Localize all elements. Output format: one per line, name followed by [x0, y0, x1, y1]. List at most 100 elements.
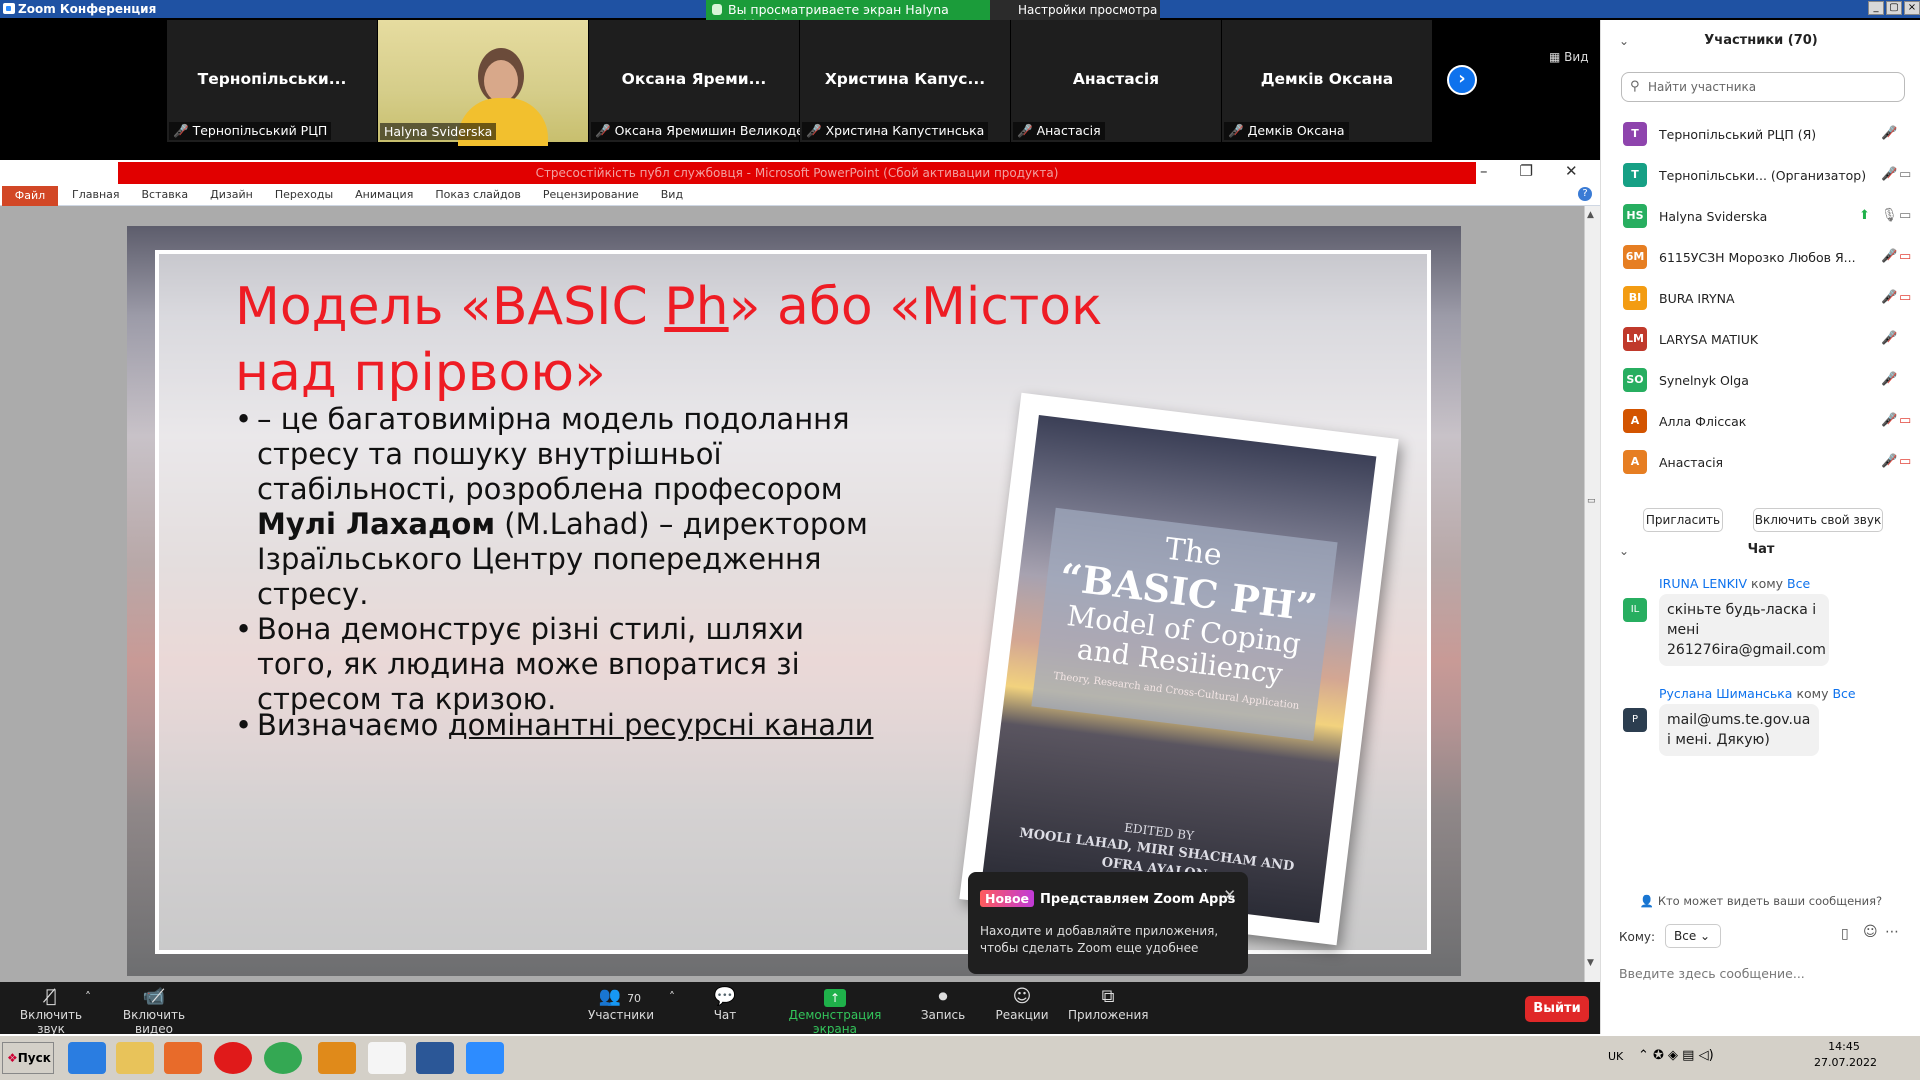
ppt-restore-icon[interactable]: ❐ — [1520, 162, 1533, 180]
invite-button[interactable]: Пригласить — [1643, 508, 1723, 532]
opera-icon[interactable] — [214, 1042, 252, 1074]
recipient-select[interactable]: Все ⌄ — [1665, 924, 1721, 948]
participant-row[interactable]: LM LARYSA MATIUK 🎤̸ — [1623, 325, 1913, 355]
ppt-tab[interactable]: Показ слайдов — [435, 188, 521, 201]
ppt-tab[interactable]: Вид — [661, 188, 683, 201]
slide-bullet: • Визначаємо домінантні ресурсні канали — [235, 708, 875, 743]
clock-time: 14:45 — [1828, 1040, 1860, 1053]
camera-status-icon[interactable]: ▭ — [1899, 249, 1911, 264]
notepad-icon[interactable] — [368, 1042, 406, 1074]
scroll-thumb-icon[interactable]: ▭ — [1587, 496, 1596, 506]
mic-status-icon[interactable]: 🎤̸ — [1881, 454, 1897, 469]
who-can-see-link[interactable]: 👤 Кто может видеть ваши сообщения? — [1601, 894, 1920, 908]
app-icon[interactable] — [318, 1042, 356, 1074]
ppt-tab[interactable]: Вставка — [142, 188, 189, 201]
participant-search-input[interactable]: ⚲ Найти участника — [1621, 72, 1905, 102]
ppt-file-tab[interactable]: Файл — [2, 186, 58, 206]
tile-name: Анастасія — [1072, 70, 1160, 88]
camera-status-icon[interactable]: ▭ — [1899, 413, 1911, 428]
mic-status-icon[interactable]: 🎤̸ — [1881, 331, 1897, 346]
start-video-button[interactable]: 📹̸ Включить видео — [106, 986, 202, 1036]
view-button[interactable]: ▦ Вид — [1549, 50, 1588, 64]
ppt-tab[interactable]: Главная — [72, 188, 120, 201]
ppt-tabs: Главная Вставка Дизайн Переходы Анимация… — [72, 188, 705, 201]
mic-status-icon[interactable]: 🎤̸ — [1881, 372, 1897, 387]
mic-status-icon[interactable]: 🎤̸ — [1881, 167, 1897, 182]
tray-icons[interactable]: ⌃ ✪ ◈ ▤ ◁) — [1638, 1048, 1714, 1063]
ie-icon[interactable] — [68, 1042, 106, 1074]
reactions-button[interactable]: ☺ Реакции — [992, 986, 1052, 1022]
participants-button[interactable]: 👥 70 Участники — [588, 986, 654, 1022]
ppt-tab[interactable]: Рецензирование — [543, 188, 639, 201]
participants-caret[interactable]: ˄ — [662, 990, 682, 1004]
gallery-next-button[interactable]: › — [1447, 65, 1477, 95]
video-tile[interactable]: Оксана Яреми... 🎤̸ Оксана Яремишин Велико… — [589, 20, 820, 142]
more-icon[interactable]: ⋯ — [1885, 924, 1899, 940]
audio-options-caret[interactable]: ˄ — [80, 990, 96, 1004]
participant-row[interactable]: HS Halyna Sviderska 🎙 ▭ ⬆ — [1623, 202, 1913, 232]
recipient: Все — [1832, 686, 1856, 701]
scroll-up-icon[interactable]: ▲ — [1587, 210, 1594, 220]
participant-row[interactable]: Т Тернопільськи... (Организатор) 🎤̸ ▭ — [1623, 161, 1913, 191]
mic-muted-icon: 🎤̸ — [1017, 123, 1033, 138]
popup-close-icon[interactable]: ✕ — [1223, 886, 1236, 904]
apps-button[interactable]: ⧉ Приложения — [1068, 986, 1149, 1022]
camera-status-icon[interactable]: ▭ — [1899, 167, 1911, 182]
video-off-icon: 📹̸ — [142, 986, 166, 1007]
mic-status-icon[interactable]: 🎤̸ — [1881, 413, 1897, 428]
mic-status-icon[interactable]: 🎤̸ — [1881, 290, 1897, 305]
media-player-icon[interactable] — [164, 1042, 202, 1074]
ppt-tab[interactable]: Переходы — [275, 188, 333, 201]
ppt-tab[interactable]: Дизайн — [210, 188, 253, 201]
camera-status-icon[interactable]: ▭ — [1899, 290, 1911, 305]
video-tile-active-speaker[interactable]: Halyna Sviderska — [378, 20, 588, 146]
close-icon[interactable]: × — [1904, 1, 1920, 15]
share-screen-button[interactable]: ↑ Демонстрация экрана — [770, 986, 900, 1036]
leave-button[interactable]: Выйти — [1525, 996, 1589, 1022]
video-tile[interactable]: Анастасія 🎤̸ Анастасія — [1011, 20, 1221, 142]
sender-name[interactable]: Руслана Шиманська — [1659, 686, 1792, 701]
zoom-taskbar-icon[interactable] — [466, 1042, 504, 1074]
help-icon[interactable]: ? — [1578, 187, 1592, 201]
emoji-icon[interactable]: ☺ — [1863, 924, 1878, 940]
scroll-down-icon[interactable]: ▼ — [1587, 958, 1594, 968]
participant-row[interactable]: Т Тернопільський РЦП (Я) 🎤̸ — [1623, 120, 1913, 150]
chat-button[interactable]: 💬 Чат — [700, 986, 750, 1022]
language-indicator[interactable]: UK — [1608, 1050, 1623, 1063]
mic-muted-icon: 🎤̸ — [806, 123, 822, 138]
mic-status-icon[interactable]: 🎤̸ — [1881, 126, 1897, 141]
unmute-me-button[interactable]: Включить свой звук — [1753, 508, 1883, 532]
file-icon[interactable]: ▯ — [1841, 926, 1849, 942]
avatar: Т — [1623, 163, 1647, 187]
maximize-icon[interactable]: ▢ — [1886, 1, 1902, 15]
participant-row[interactable]: А Анастасія 🎤̸ ▭ — [1623, 448, 1913, 478]
share-screen-icon: ↑ — [770, 986, 900, 1008]
ppt-scrollbar[interactable]: ▲ ▭ ▼ — [1584, 206, 1600, 982]
participant-row[interactable]: SO Synelnyk Olga 🎤̸ — [1623, 366, 1913, 396]
start-button[interactable]: ❖Пуск — [2, 1042, 54, 1074]
record-button[interactable]: ⏺ Запись — [918, 986, 968, 1022]
view-settings-button[interactable]: Настройки просмотра ⌄ — [990, 0, 1160, 31]
chat-message-input[interactable]: Введите здесь сообщение... — [1619, 966, 1805, 981]
ppt-minimize-icon[interactable]: – — [1480, 162, 1488, 180]
explorer-icon[interactable] — [116, 1042, 154, 1074]
chrome-icon[interactable] — [264, 1042, 302, 1074]
mic-status-icon[interactable]: 🎙 — [1881, 208, 1898, 223]
bullet-bold: Мулі Лахадом — [257, 507, 496, 541]
ppt-tab[interactable]: Анимация — [355, 188, 413, 201]
participant-row[interactable]: BI BURA IRYNA 🎤̸ ▭ — [1623, 284, 1913, 314]
participant-row[interactable]: А Алла Фліссак 🎤̸ ▭ — [1623, 407, 1913, 437]
video-tile[interactable]: Тернопільськи... 🎤̸ Тернопільський РЦП — [167, 20, 377, 142]
video-tile[interactable]: Христина Капус... 🎤̸ Христина Капустинськ… — [800, 20, 1010, 142]
unmute-label: Включить звук — [19, 1008, 83, 1036]
ppt-close-icon[interactable]: ✕ — [1565, 162, 1578, 180]
video-tile[interactable]: Демків Оксана 🎤̸ Демків Оксана — [1222, 20, 1432, 142]
tile-label-text: Тернопільський РЦП — [192, 123, 328, 138]
word-icon[interactable] — [416, 1042, 454, 1074]
participant-row[interactable]: 6М 6115УСЗН Морозко Любов Я... 🎤̸ ▭ — [1623, 243, 1913, 273]
mic-status-icon[interactable]: 🎤̸ — [1881, 249, 1897, 264]
camera-status-icon[interactable]: ▭ — [1899, 208, 1911, 223]
camera-status-icon[interactable]: ▭ — [1899, 454, 1911, 469]
minimize-icon[interactable]: _ — [1868, 1, 1884, 15]
sender-name[interactable]: IRUNA LENKIV — [1659, 576, 1747, 591]
